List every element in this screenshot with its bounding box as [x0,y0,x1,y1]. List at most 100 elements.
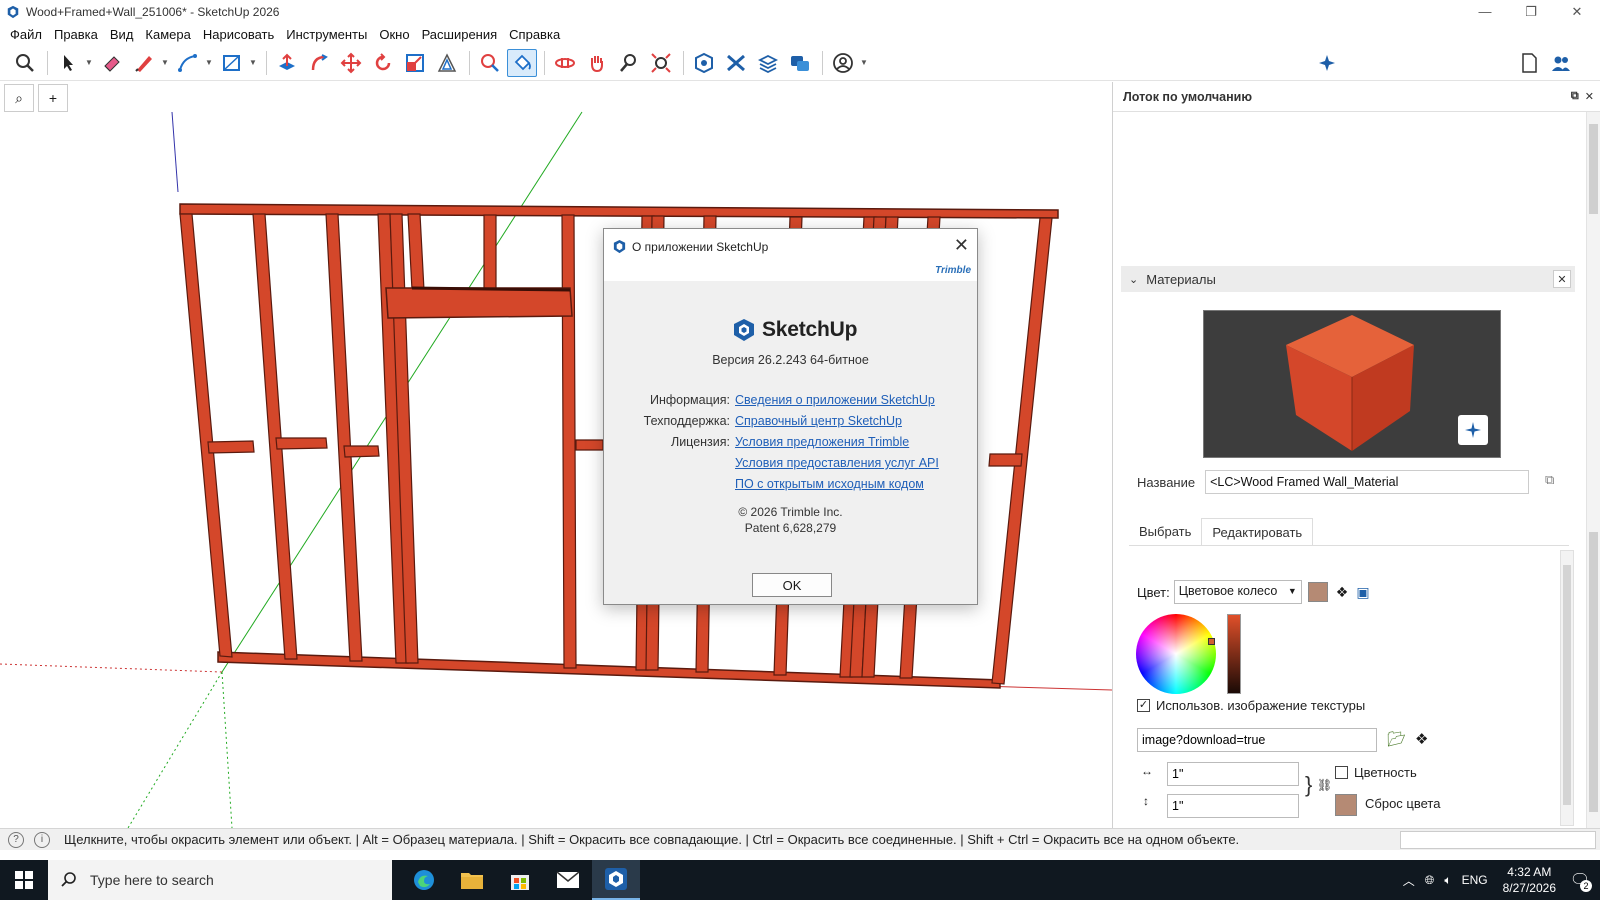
menu-view[interactable]: Вид [104,27,140,42]
ok-button[interactable]: OK [752,573,832,597]
minimize-button[interactable]: — [1462,0,1508,23]
ai-assistant-button[interactable] [1312,49,1342,77]
edit-texture-icon[interactable]: ❖ [1415,730,1428,748]
warehouse-button[interactable] [689,49,719,77]
menu-edit[interactable]: Правка [48,27,104,42]
texture-height-input[interactable] [1167,794,1299,818]
browse-folder-icon[interactable]: 📂︎ [1387,730,1406,748]
network-icon[interactable]: 🌐︎ [1425,873,1435,888]
move-tool-button[interactable] [336,49,366,77]
eraser-tool-button[interactable] [97,49,127,77]
rotate-tool-button[interactable] [368,49,398,77]
trimble-connect-button[interactable] [785,49,815,77]
chevron-down-icon[interactable]: ▼ [860,58,868,67]
rectangle-tool-button[interactable] [217,49,247,77]
close-icon[interactable]: ✕ [1553,270,1571,288]
chevron-down-icon[interactable]: ▼ [205,58,213,67]
use-texture-checkbox[interactable]: ✓ [1137,699,1150,712]
geolocation-icon[interactable]: ? [8,831,24,848]
color-wheel[interactable] [1136,614,1216,694]
open-source-link[interactable]: ПО с открытым исходным кодом [735,477,924,491]
zoom-extents-tool-button[interactable] [646,49,676,77]
scrollbar-thumb[interactable] [1589,532,1598,812]
pan-tool-button[interactable] [582,49,612,77]
tray-scrollbar[interactable] [1586,112,1600,828]
scrollbar-thumb[interactable] [1563,565,1571,805]
trimble-terms-link[interactable]: Условия предложения Trimble [735,435,909,449]
taskbar-sketchup[interactable] [592,860,640,900]
select-tool-button[interactable] [53,49,83,77]
taskbar-file-explorer[interactable] [448,860,496,900]
taskbar-mail[interactable] [544,860,592,900]
menu-file[interactable]: Файл [4,27,48,42]
material-name-input[interactable] [1205,470,1530,494]
materials-panel-header[interactable]: ⌄ Материалы ✕ [1121,266,1575,292]
account-button[interactable] [828,49,858,77]
tape-measure-tool-button[interactable] [475,49,505,77]
chevron-up-icon[interactable]: ︿ [1403,872,1415,889]
measurements-box[interactable] [1400,831,1596,849]
info-icon[interactable]: i [34,831,50,848]
close-window-button[interactable]: ✕ [1554,0,1600,23]
start-button[interactable] [0,860,48,900]
match-color-model-icon[interactable]: ❖ [1336,584,1349,601]
viewport-search-tab[interactable]: ⌕ [4,84,34,112]
color-mode-select[interactable]: Цветовое колесо ▼ [1173,580,1302,604]
volume-icon[interactable]: 🔈︎ [1444,873,1451,888]
viewport-add-tab[interactable]: + [38,84,68,112]
brightness-slider[interactable] [1227,614,1241,694]
menu-help[interactable]: Справка [503,27,566,42]
menu-draw[interactable]: Нарисовать [197,27,280,42]
line-tool-button[interactable] [129,49,159,77]
chevron-down-icon[interactable]: ▼ [161,58,169,67]
menu-extensions[interactable]: Расширения [416,27,504,42]
api-terms-link[interactable]: Условия предоставления услуг API [735,456,939,470]
new-document-button[interactable] [1514,49,1544,77]
menu-camera[interactable]: Камера [139,27,196,42]
color-wheel-cursor[interactable] [1208,638,1215,645]
orbit-tool-button[interactable] [550,49,580,77]
menu-window[interactable]: Окно [373,27,415,42]
edit-panel-scrollbar[interactable] [1560,550,1574,826]
copy-icon[interactable]: ⧉ [1545,472,1554,488]
scale-tool-button[interactable] [400,49,430,77]
help-center-link[interactable]: Справочный центр SketchUp [735,414,902,428]
tab-edit[interactable]: Редактировать [1201,518,1314,545]
toolbar-separator [469,50,470,75]
menu-tools[interactable]: Инструменты [280,27,373,42]
reset-color-label[interactable]: Сброс цвета [1365,796,1440,811]
push-pull-tool-button[interactable] [272,49,302,77]
taskbar-search-box[interactable]: Type here to search [48,860,392,900]
chevron-down-icon[interactable]: ▼ [249,58,257,67]
close-icon[interactable]: ✕ [1585,90,1594,103]
notifications-button[interactable]: 🗨︎ 2 [1566,868,1594,892]
pin-icon[interactable]: ⧉ [1571,90,1579,103]
colorize-checkbox[interactable] [1335,766,1348,779]
current-color-swatch[interactable] [1307,582,1328,602]
texture-width-input[interactable] [1167,762,1299,786]
tab-select[interactable]: Выбрать [1129,518,1201,545]
extension-warehouse-button[interactable] [721,49,751,77]
language-indicator[interactable]: ENG [1462,873,1488,887]
offset-tool-button[interactable] [432,49,462,77]
link-chain-icon[interactable]: ⛓︎ [1317,778,1332,792]
clock[interactable]: 4:32 AM 8/27/2026 [1503,864,1556,896]
zoom-tool-button[interactable] [614,49,644,77]
arc-tool-button[interactable] [173,49,203,77]
scrollbar-thumb[interactable] [1589,124,1598,214]
match-color-screen-icon[interactable]: ▣ [1356,584,1369,601]
search-tool-button[interactable] [10,49,40,77]
restore-button[interactable]: ❐ [1508,0,1554,23]
taskbar-edge[interactable] [400,860,448,900]
chevron-down-icon[interactable]: ▼ [85,58,93,67]
layout-button[interactable] [753,49,783,77]
texture-file-input[interactable] [1137,728,1377,752]
reset-color-swatch[interactable] [1335,794,1357,816]
dialog-close-icon[interactable]: ✕ [954,235,969,256]
taskbar-store[interactable] [496,860,544,900]
generate-material-button[interactable] [1458,415,1488,445]
paint-bucket-tool-button[interactable] [507,48,537,77]
collaborators-button[interactable] [1546,49,1576,77]
follow-me-tool-button[interactable] [304,49,334,77]
app-info-link[interactable]: Сведения о приложении SketchUp [735,393,935,407]
